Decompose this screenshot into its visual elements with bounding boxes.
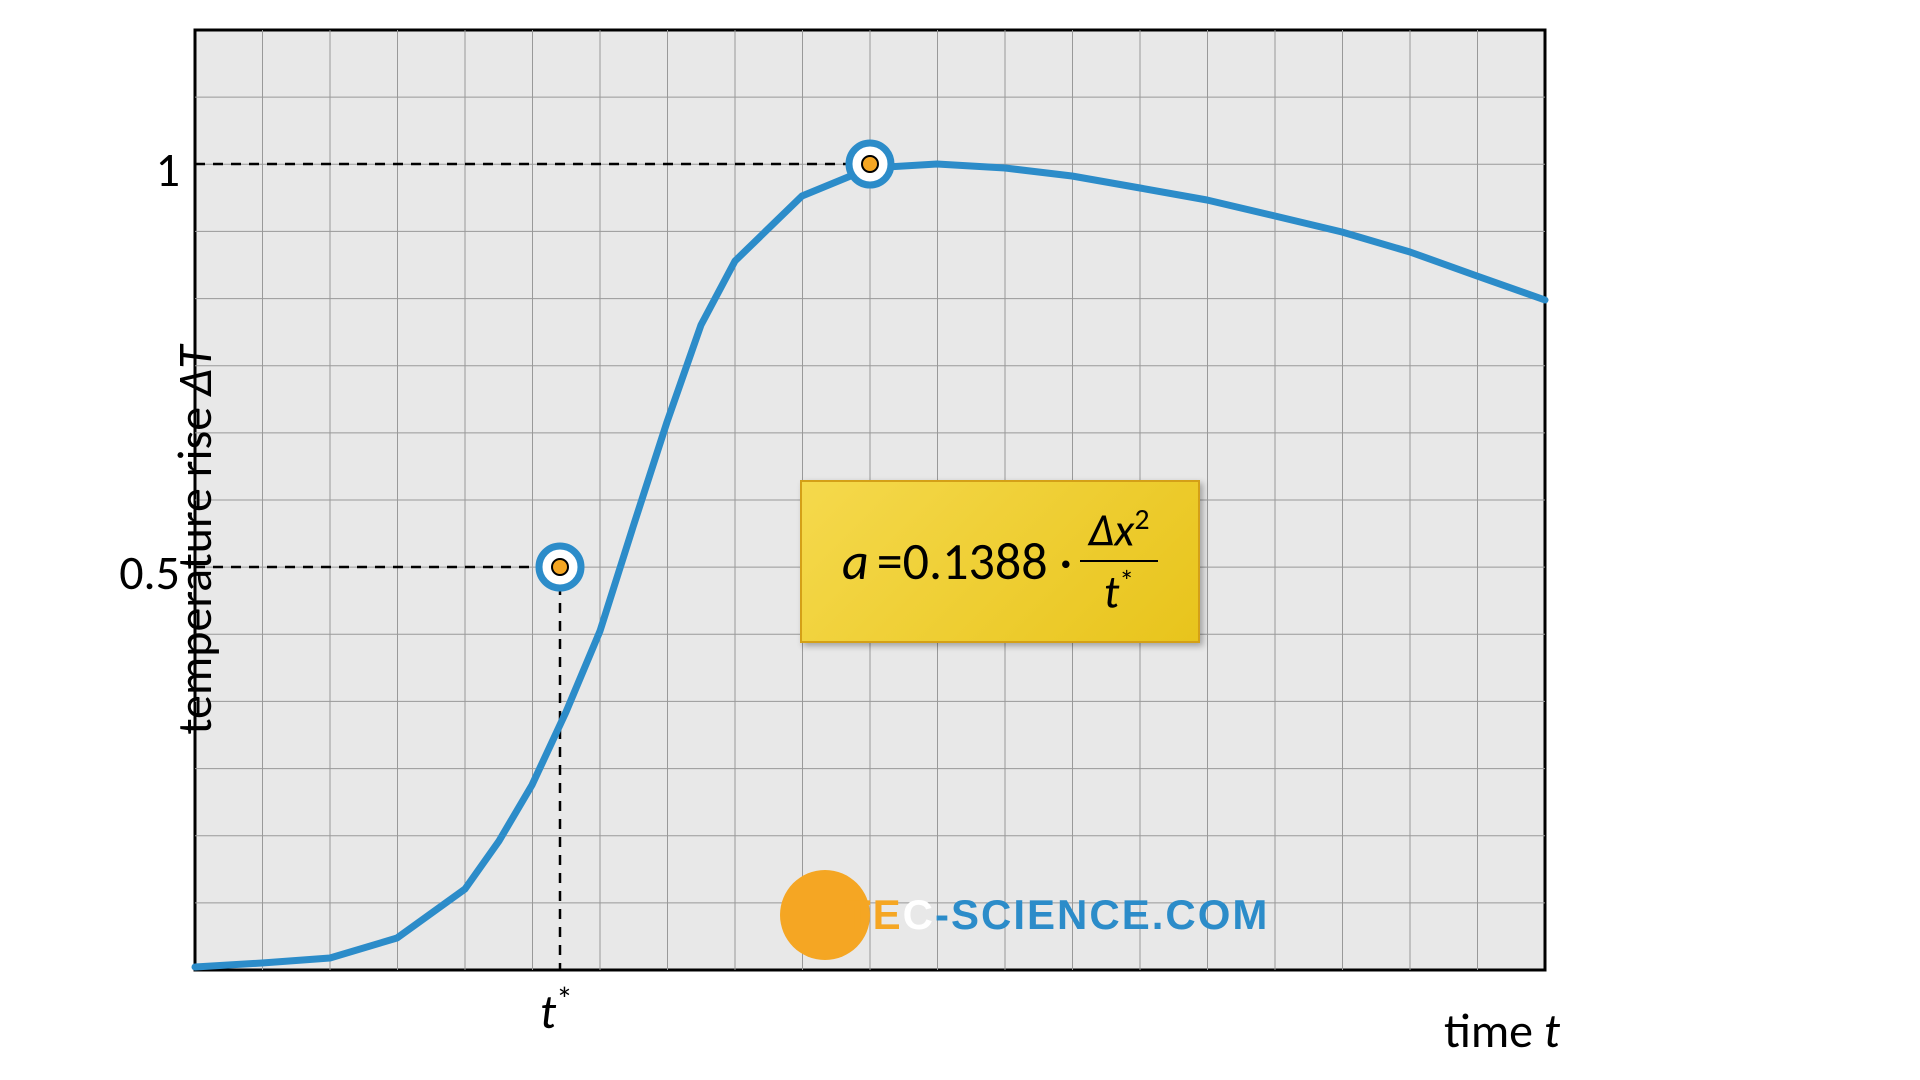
formula-fraction: Δx2 t* [1080,502,1157,621]
half-rise-marker [539,546,581,588]
watermark-logo: TEC-SCIENCE.COM [780,870,1269,960]
y-axis-label-symbol: ΔT [165,345,224,395]
formula-numerator: Δx2 [1080,502,1157,562]
y-tick-05: 0.5 [100,543,180,602]
x-axis-label-symbol: t [1544,1001,1560,1060]
logo-c: C [903,891,935,938]
formula-variable-a: a [842,529,869,593]
x-axis-label-text: time [1444,1001,1544,1060]
formula-constant: =0.1388 · [877,529,1073,593]
x-tick-tstar: t* [540,980,573,1041]
formula-denominator: t* [1096,562,1142,620]
chart-container: temperature rise ΔT time t 1 0.5 t* a =0… [0,0,1920,1080]
logo-science: -SCIENCE [935,891,1152,938]
x-axis-label: time t [1444,1001,1560,1060]
y-tick-1: 1 [100,140,180,199]
logo-text: TEC-SCIENCE.COM [845,891,1269,939]
logo-com: .COM [1152,891,1270,938]
peak-marker [849,143,891,185]
logo-te: TE [845,891,903,938]
formula-annotation: a =0.1388 · Δx2 t* [800,480,1200,643]
y-axis-label: temperature rise ΔT [165,345,224,734]
